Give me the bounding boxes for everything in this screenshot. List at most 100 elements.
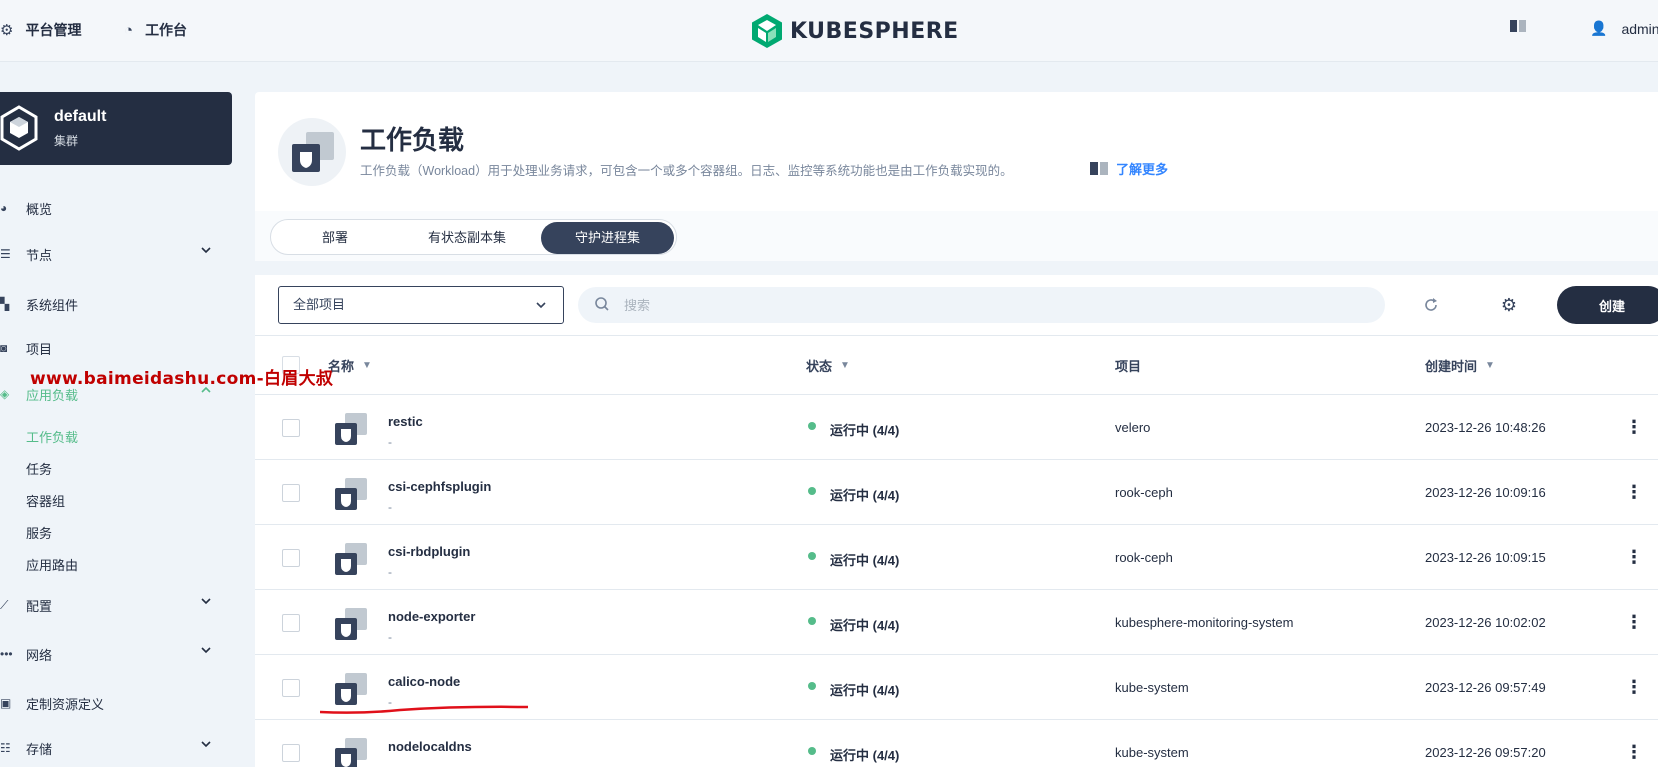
- more-actions-button[interactable]: ⋮: [1625, 545, 1643, 569]
- row-checkbox[interactable]: [282, 679, 300, 697]
- cluster-type: 集群: [54, 134, 79, 148]
- tab-daemonsets[interactable]: 守护进程集: [541, 222, 674, 254]
- workload-name[interactable]: calico-node: [388, 674, 460, 689]
- user-menu[interactable]: 👤 admin: [1590, 20, 1658, 37]
- network-icon: •••: [0, 647, 13, 661]
- table-row[interactable]: restic - 运行中 (4/4) velero 2023-12-26 10:48:2…: [255, 394, 1658, 459]
- more-actions-button[interactable]: ⋮: [1625, 740, 1643, 764]
- workload-description: -: [388, 760, 392, 767]
- column-header-status[interactable]: 状态 ▼: [806, 356, 850, 375]
- workload-name[interactable]: csi-cephfsplugin: [388, 479, 491, 494]
- sidebar-item-overview[interactable]: ◕ 概览: [0, 196, 232, 220]
- refresh-button[interactable]: [1420, 294, 1442, 316]
- row-checkbox[interactable]: [282, 419, 300, 437]
- created-time: 2023-12-26 10:09:16: [1425, 485, 1546, 500]
- sidebar-item-label: 节点: [26, 247, 53, 263]
- more-actions-button[interactable]: ⋮: [1625, 675, 1643, 699]
- sort-down-icon: ▼: [362, 360, 372, 371]
- learn-more-link[interactable]: 了解更多: [1090, 159, 1168, 178]
- watermark-text: www.baimeidashu.com-白眉大叔: [30, 369, 334, 389]
- book-icon: [1090, 162, 1108, 175]
- table-row[interactable]: csi-cephfsplugin - 运行中 (4/4) rook-ceph 2023-…: [255, 459, 1658, 524]
- page-title: 工作负载: [360, 125, 465, 155]
- more-vertical-icon: ⋮: [1625, 482, 1643, 502]
- project-select[interactable]: 全部项目: [278, 286, 564, 324]
- sidebar-subitem-pods[interactable]: 容器组: [26, 491, 65, 510]
- tab-deployments[interactable]: 部署: [273, 222, 397, 254]
- status-dot: [808, 487, 816, 495]
- search-icon: [595, 297, 609, 311]
- more-actions-button[interactable]: ⋮: [1625, 610, 1643, 634]
- sidebar-item-nodes[interactable]: ☰ 节点: [0, 242, 232, 266]
- sidebar-item-system-components[interactable]: ▚ 系统组件: [0, 292, 232, 316]
- table-row[interactable]: csi-rbdplugin - 运行中 (4/4) rook-ceph 2023-12-…: [255, 524, 1658, 589]
- project-name: kubesphere-monitoring-system: [1115, 615, 1294, 630]
- cluster-name: default: [54, 108, 107, 125]
- page-header-card: [255, 92, 1658, 211]
- column-header-created[interactable]: 创建时间 ▼: [1425, 356, 1495, 375]
- platform-label: 平台管理: [25, 22, 82, 38]
- daemonset-icon: [335, 738, 367, 767]
- gear-icon: ⚙: [1500, 295, 1518, 315]
- column-header-name[interactable]: 名称 ▼: [328, 356, 372, 375]
- chevron-down-icon: [200, 738, 214, 752]
- search-input[interactable]: [578, 287, 1385, 323]
- platform-management-link[interactable]: ⚙ 平台管理: [0, 20, 81, 40]
- workload-name[interactable]: node-exporter: [388, 609, 475, 624]
- layers-icon: ◈: [0, 387, 10, 401]
- row-checkbox[interactable]: [282, 614, 300, 632]
- sidebar-item-label: 存储: [26, 741, 53, 757]
- workload-description: -: [388, 435, 392, 449]
- column-header-label: 项目: [1115, 359, 1142, 374]
- logo-text: KUBESPHERE: [790, 18, 959, 44]
- server-icon: ☰: [0, 247, 11, 261]
- more-actions-button[interactable]: ⋮: [1625, 415, 1643, 439]
- row-checkbox[interactable]: [282, 484, 300, 502]
- sidebar-item-storage[interactable]: ☷ 存储: [0, 736, 232, 760]
- sidebar-subitem-workloads[interactable]: 工作负载: [26, 427, 78, 446]
- crd-icon: ▣: [0, 696, 12, 710]
- create-button[interactable]: 创建: [1557, 286, 1658, 324]
- workbench-label: 工作台: [145, 22, 188, 38]
- more-actions-button[interactable]: ⋮: [1625, 480, 1643, 504]
- kubesphere-logo[interactable]: KUBESPHERE: [752, 14, 959, 48]
- workload-description: -: [388, 565, 392, 579]
- dashboard-icon: ◔: [124, 21, 134, 39]
- project-icon: ◙: [0, 341, 8, 355]
- cluster-icon: [0, 105, 38, 151]
- workload-description: -: [388, 630, 392, 644]
- sidebar-item-projects[interactable]: ◙ 项目: [0, 336, 232, 360]
- table-row[interactable]: node-exporter - 运行中 (4/4) kubesphere-monito…: [255, 589, 1658, 654]
- more-vertical-icon: ⋮: [1625, 612, 1643, 632]
- table-row[interactable]: nodelocaldns - 运行中 (4/4) kube-system 2023-12…: [255, 719, 1658, 767]
- sidebar-subitem-routes[interactable]: 应用路由: [26, 555, 78, 574]
- workload-name[interactable]: csi-rbdplugin: [388, 544, 470, 559]
- created-time: 2023-12-26 09:57:49: [1425, 680, 1546, 695]
- more-vertical-icon: ⋮: [1625, 677, 1643, 697]
- row-checkbox[interactable]: [282, 744, 300, 762]
- docs-button[interactable]: [1510, 20, 1526, 32]
- sidebar-item-crd[interactable]: ▣ 定制资源定义: [0, 691, 232, 715]
- workload-name[interactable]: nodelocaldns: [388, 739, 472, 754]
- sidebar-item-label: 概览: [26, 201, 53, 217]
- user-name: admin: [1621, 20, 1658, 37]
- sidebar-item-config[interactable]: ⟋ 配置: [0, 593, 232, 617]
- project-name: rook-ceph: [1115, 550, 1173, 565]
- created-time: 2023-12-26 10:02:02: [1425, 615, 1546, 630]
- status-text: 运行中 (4/4): [830, 683, 900, 698]
- sidebar-subitem-jobs[interactable]: 任务: [26, 459, 52, 478]
- sidebar-item-network[interactable]: ••• 网络: [0, 642, 232, 666]
- user-icon: 👤: [1590, 20, 1608, 36]
- workload-type-tabs: 部署 有状态副本集 守护进程集: [270, 219, 677, 255]
- sidebar-item-label: 系统组件: [26, 297, 79, 313]
- row-checkbox[interactable]: [282, 549, 300, 567]
- daemonset-icon: [335, 608, 367, 640]
- workload-name[interactable]: restic: [388, 414, 423, 429]
- settings-button[interactable]: ⚙: [1498, 294, 1520, 316]
- workbench-link[interactable]: ◔ 工作台: [124, 20, 187, 40]
- column-header-label: 创建时间: [1425, 359, 1478, 374]
- sidebar-subitem-services[interactable]: 服务: [26, 523, 52, 542]
- created-time: 2023-12-26 09:57:20: [1425, 745, 1546, 760]
- cluster-card[interactable]: default 集群: [0, 92, 232, 165]
- tab-statefulsets[interactable]: 有状态副本集: [399, 222, 535, 254]
